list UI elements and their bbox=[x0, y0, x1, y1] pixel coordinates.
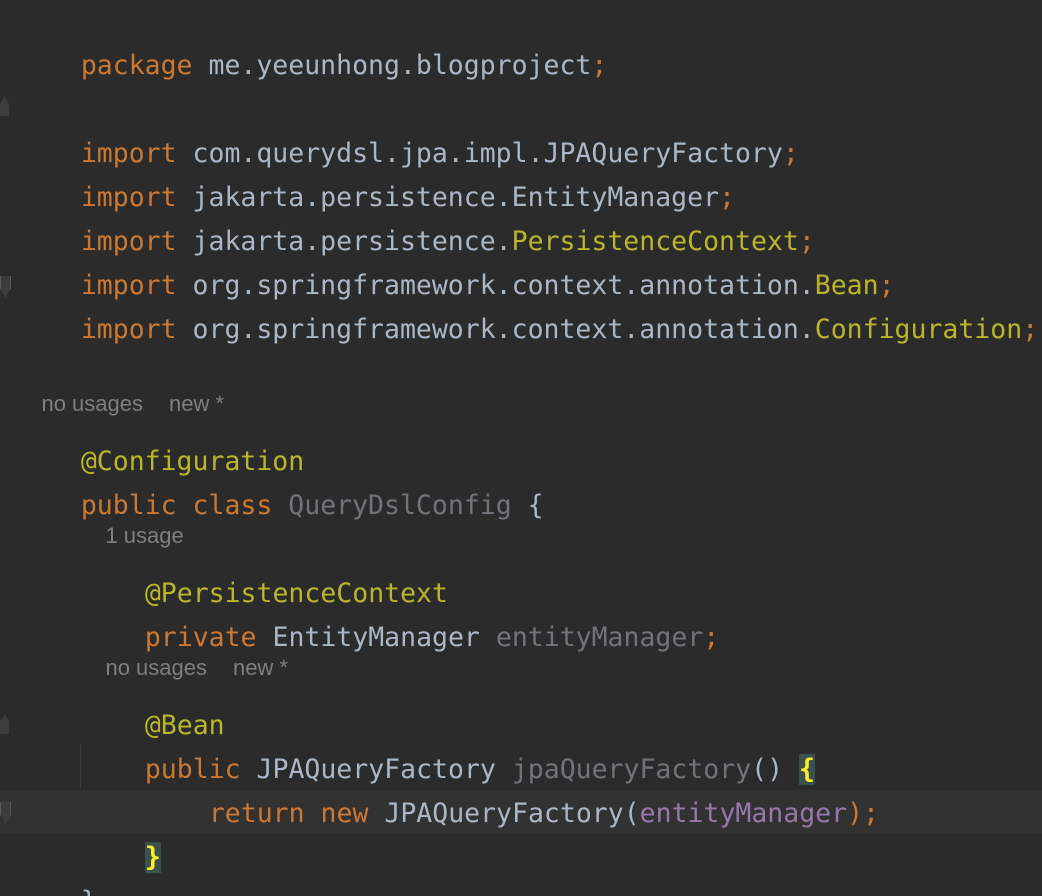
method-annotation-line[interactable]: @Bean bbox=[81, 660, 225, 741]
field-annotation-line[interactable]: @PersistenceContext bbox=[81, 528, 448, 609]
class-declaration-line[interactable]: public class QueryDslConfig { bbox=[17, 440, 544, 521]
class-keyword: class bbox=[192, 490, 273, 521]
open-paren: ( bbox=[623, 798, 640, 829]
class-close-line[interactable]: } bbox=[17, 836, 97, 896]
class-annotation-line[interactable]: @Configuration bbox=[17, 396, 304, 477]
close-brace: } bbox=[81, 886, 97, 896]
import-class: Configuration bbox=[814, 314, 1023, 345]
field-type: EntityManager bbox=[272, 622, 480, 653]
semicolon: ; bbox=[1022, 314, 1039, 345]
package-keyword: package bbox=[80, 50, 193, 81]
new-keyword: new bbox=[320, 798, 369, 829]
import-line[interactable]: import org.springframework.context.annot… bbox=[17, 220, 895, 301]
import-line[interactable]: import org.springframework.context.annot… bbox=[17, 264, 1038, 345]
import-line[interactable]: import jakarta.persistence.EntityManager… bbox=[17, 132, 735, 213]
fold-start-icon[interactable] bbox=[0, 714, 9, 734]
field-inlay-hint[interactable]: 1 usage bbox=[81, 491, 183, 548]
semicolon: ; bbox=[703, 622, 720, 653]
close-paren-semicolon: ); bbox=[847, 798, 880, 829]
return-keyword: return bbox=[208, 798, 305, 829]
class-name: QueryDslConfig bbox=[288, 490, 512, 521]
import-path: org.springframework.context.annotation. bbox=[192, 314, 815, 345]
package-line[interactable]: package me.yeeunhong.blogproject; bbox=[17, 0, 608, 81]
argument-field: entityManager bbox=[639, 798, 848, 829]
import-line[interactable]: import com.querydsl.jpa.impl.JPAQueryFac… bbox=[17, 88, 799, 169]
method-declaration-line[interactable]: public JPAQueryFactory jpaQueryFactory()… bbox=[81, 704, 816, 785]
code-editor[interactable]: package me.yeeunhong.blogproject; import… bbox=[0, 0, 1042, 896]
matched-close-brace: } bbox=[144, 842, 161, 873]
semicolon: ; bbox=[782, 138, 799, 169]
package-name: me.yeeunhong.blogproject bbox=[208, 50, 592, 81]
method-inlay-hint[interactable]: no usages new * bbox=[81, 623, 288, 680]
fold-start-icon[interactable] bbox=[0, 96, 9, 116]
import-keyword: import bbox=[80, 314, 177, 345]
author-hint[interactable]: new * bbox=[233, 655, 288, 680]
fold-end-icon[interactable] bbox=[0, 276, 11, 297]
open-brace: { bbox=[527, 490, 544, 521]
semicolon: ; bbox=[591, 50, 608, 81]
constructor-name: JPAQueryFactory bbox=[384, 798, 624, 829]
return-statement-line[interactable]: return new JPAQueryFactory(entityManager… bbox=[145, 748, 879, 829]
import-line[interactable]: import jakarta.persistence.PersistenceCo… bbox=[17, 176, 815, 257]
field-name: entityManager bbox=[495, 622, 704, 653]
class-inlay-hint[interactable]: no usages new * bbox=[17, 359, 224, 416]
method-close-line[interactable]: } bbox=[81, 792, 161, 873]
field-declaration-line[interactable]: private EntityManager entityManager; bbox=[81, 572, 719, 653]
